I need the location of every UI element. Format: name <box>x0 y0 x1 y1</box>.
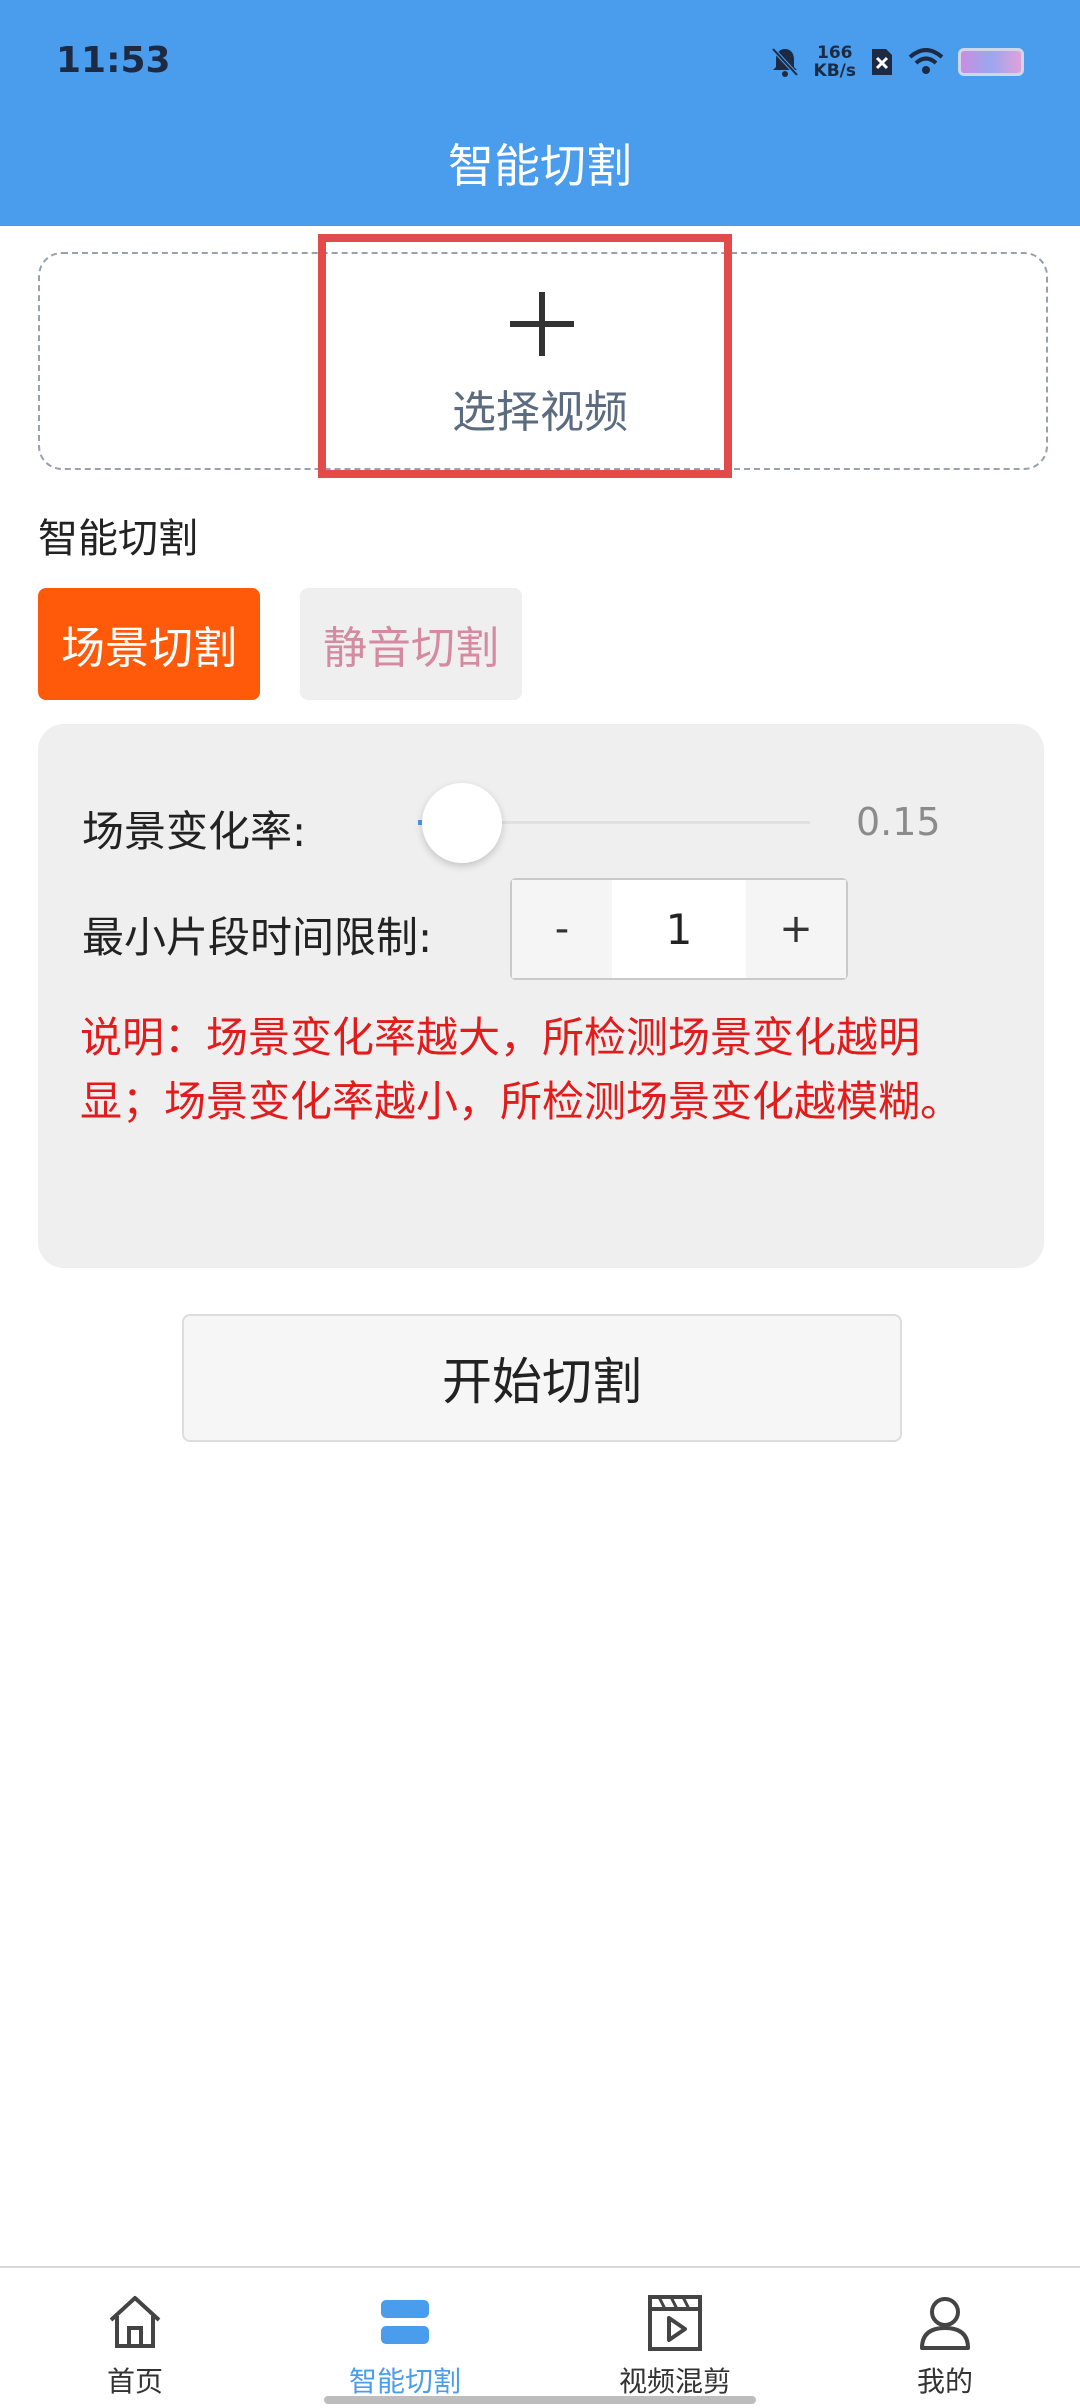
battery-icon <box>958 48 1024 76</box>
nav-profile-label: 我的 <box>916 2365 973 2398</box>
user-icon <box>920 2297 970 2350</box>
nav-video-mix[interactable]: 视频混剪 <box>540 2268 810 2408</box>
network-speed: 166 KB/s <box>814 44 856 80</box>
description-note: 说明：场景变化率越大，所检测场景变化越明显；场景变化率越小，所检测场景变化越模糊… <box>80 1013 963 1126</box>
nav-video-mix-label: 视频混剪 <box>618 2365 731 2398</box>
nav-profile[interactable]: 我的 <box>810 2268 1080 2408</box>
network-speed-unit: KB/s <box>813 61 856 81</box>
tab-scene-cut[interactable]: 场景切割 <box>38 588 260 700</box>
scene-rate-label: 场景变化率: <box>82 807 307 856</box>
nav-home[interactable]: 首页 <box>0 2268 270 2408</box>
select-video-label[interactable]: 选择视频 <box>0 376 1080 440</box>
tab-silence-cut[interactable]: 静音切割 <box>300 588 522 700</box>
nav-smart-cut-label: 智能切割 <box>348 2365 461 2398</box>
mute-bell-icon <box>771 47 799 77</box>
bottom-nav: 首页 智能切割 视频混剪 我的 <box>0 2266 1080 2408</box>
page-title: 智能切割 <box>448 139 632 193</box>
scene-rate-slider-thumb[interactable] <box>422 783 502 863</box>
split-icon <box>381 2300 429 2344</box>
select-video-highlight[interactable] <box>318 234 732 478</box>
sim-icon <box>872 49 892 75</box>
start-cut-button[interactable]: 开始切割 <box>182 1314 902 1442</box>
app-header: 11:53 166 KB/s 智能切割 <box>0 0 1080 226</box>
home-icon <box>109 2296 161 2348</box>
scene-rate-value: 0.15 <box>856 800 941 844</box>
wifi-icon <box>908 48 944 74</box>
section-title: 智能切割 <box>38 516 198 562</box>
status-icons: 166 KB/s <box>770 40 1024 84</box>
min-segment-label: 最小片段时间限制: <box>82 913 433 962</box>
min-segment-stepper: - 1 + <box>510 878 848 980</box>
network-speed-value: 166 <box>817 43 853 63</box>
clapperboard-icon <box>648 2295 702 2351</box>
min-segment-value[interactable]: 1 <box>612 880 746 978</box>
decrement-button[interactable]: - <box>512 880 612 978</box>
status-time: 11:53 <box>56 40 171 81</box>
nav-smart-cut[interactable]: 智能切割 <box>270 2268 540 2408</box>
plus-icon[interactable] <box>510 292 574 356</box>
increment-button[interactable]: + <box>746 880 846 978</box>
home-indicator[interactable] <box>324 2396 756 2404</box>
nav-home-label: 首页 <box>106 2365 163 2398</box>
